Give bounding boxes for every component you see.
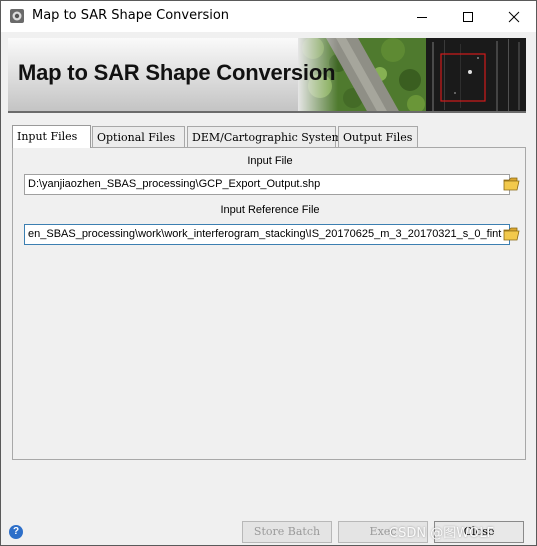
- watermark-text: CSDN @图WOLF: [389, 526, 495, 541]
- input-reference-file-field[interactable]: en_SBAS_processing\work\work_interferogr…: [24, 224, 510, 245]
- title-bar: Map to SAR Shape Conversion: [1, 1, 536, 32]
- banner-title: Map to SAR Shape Conversion: [18, 60, 336, 85]
- input-file-label: Input File: [247, 155, 293, 167]
- tab-optional-files[interactable]: Optional Files: [92, 126, 185, 147]
- maximize-button[interactable]: [445, 1, 491, 32]
- input-file-browse-button[interactable]: [503, 176, 523, 194]
- tab-output-files[interactable]: Output Files: [338, 126, 418, 147]
- store-batch-button[interactable]: Store Batch: [242, 521, 332, 543]
- input-files-panel: Input File D:\yanjiaozhen_SBAS_processin…: [12, 147, 526, 460]
- tab-dem-cartographic-system[interactable]: DEM/Cartographic System: [187, 126, 342, 147]
- input-reference-file-value: en_SBAS_processing\work\work_interferogr…: [28, 228, 502, 240]
- minimize-button[interactable]: [399, 1, 445, 32]
- window-title: Map to SAR Shape Conversion: [32, 8, 230, 23]
- input-reference-file-label: Input Reference File: [220, 204, 320, 216]
- close-icon: [508, 11, 520, 22]
- help-icon[interactable]: ?: [9, 525, 23, 539]
- folder-icon: [503, 177, 520, 191]
- close-window-button[interactable]: [491, 1, 537, 32]
- input-file-value: D:\yanjiaozhen_SBAS_processing\GCP_Expor…: [28, 178, 321, 190]
- tab-input-files[interactable]: Input Files: [12, 125, 91, 148]
- input-reference-file-browse-button[interactable]: [503, 226, 523, 244]
- app-window: Map to SAR Shape Conversion Map to SAR S…: [0, 0, 537, 546]
- maximize-icon: [463, 11, 473, 22]
- input-file-field[interactable]: D:\yanjiaozhen_SBAS_processing\GCP_Expor…: [24, 174, 510, 195]
- header-banner: Map to SAR Shape Conversion: [8, 38, 526, 113]
- folder-icon: [503, 227, 520, 241]
- minimize-icon: [417, 16, 427, 18]
- app-icon: [9, 8, 25, 24]
